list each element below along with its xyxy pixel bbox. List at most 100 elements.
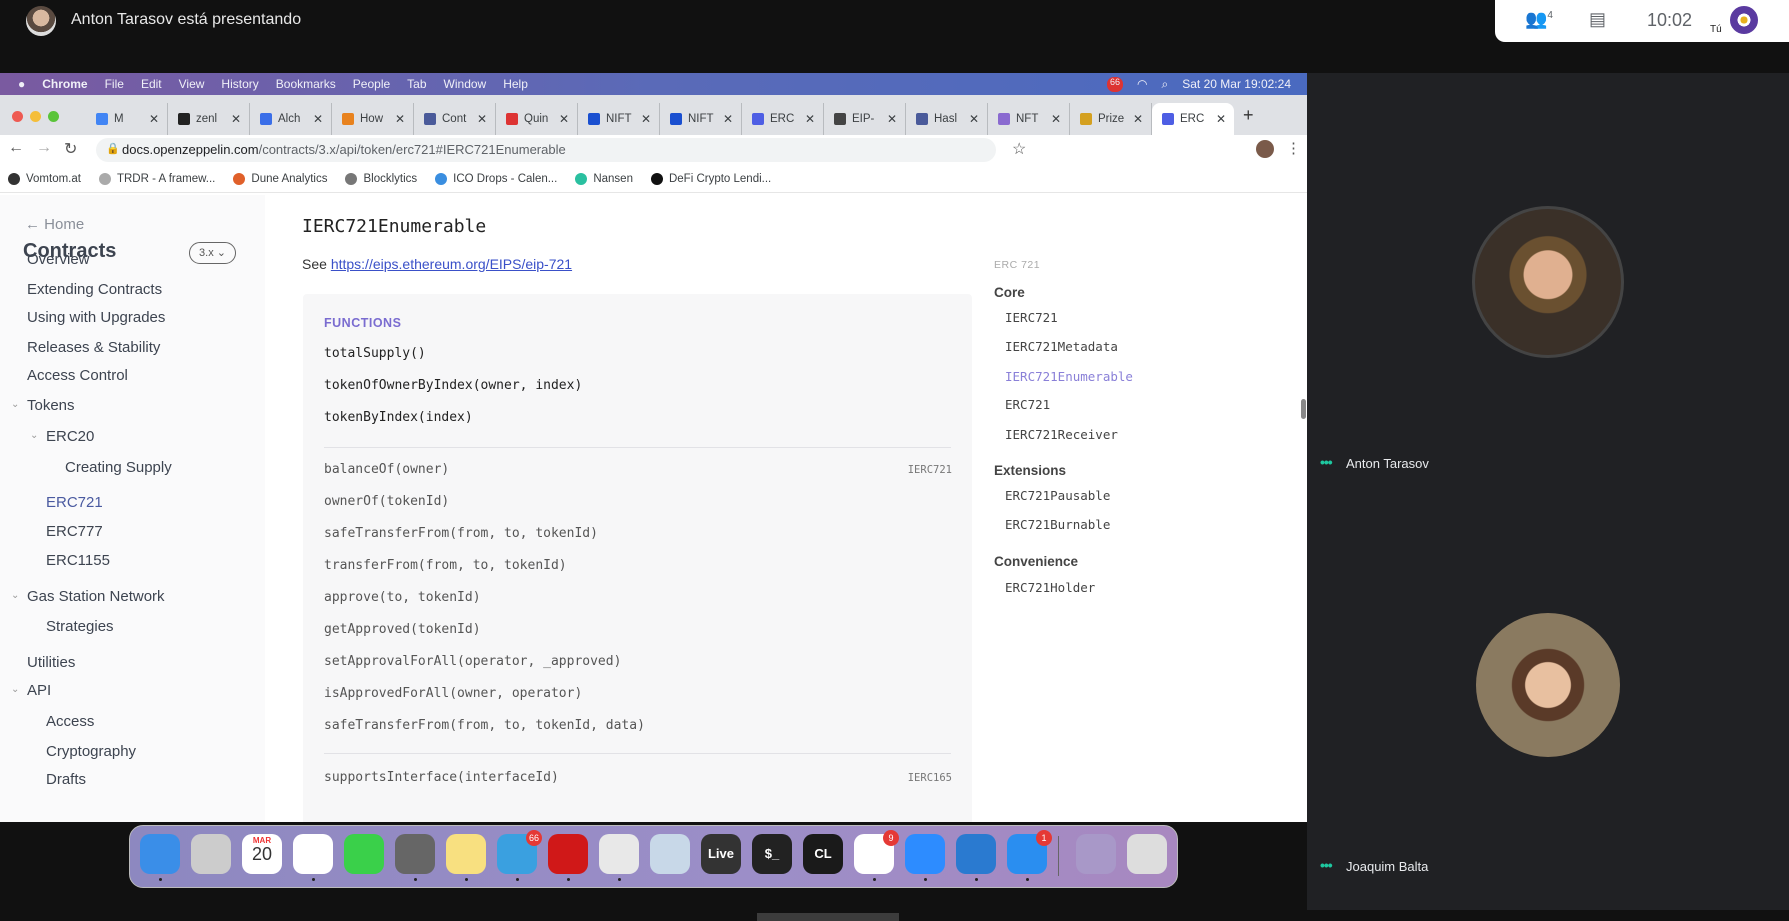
dock-slack-icon[interactable]: 9: [854, 830, 899, 874]
dock-chrome-icon[interactable]: [599, 834, 639, 874]
bookmark-item[interactable]: TRDR - A framew...: [98, 172, 215, 185]
close-tab-icon[interactable]: ✕: [149, 112, 159, 126]
sidebar-item[interactable]: Utilities: [27, 654, 75, 671]
menu-help[interactable]: Help: [503, 77, 528, 91]
home-link[interactable]: ← Home: [25, 216, 84, 233]
dock-zoom-icon[interactable]: [905, 834, 945, 874]
apple-icon[interactable]: ●: [18, 77, 25, 91]
menu-chrome[interactable]: Chrome: [42, 77, 87, 91]
chevron-down-icon[interactable]: ⌄: [11, 399, 19, 410]
browser-tab[interactable]: Cont ✕: [414, 103, 496, 135]
browser-tab[interactable]: M ✕: [86, 103, 168, 135]
browser-tab[interactable]: NFT ✕: [988, 103, 1070, 135]
sidebar-item[interactable]: Overview: [27, 251, 90, 268]
browser-tab[interactable]: EIP- ✕: [824, 103, 906, 135]
chevron-down-icon[interactable]: ⌄: [11, 590, 19, 601]
bookmark-item[interactable]: Blocklytics: [345, 172, 417, 185]
dock-preview-icon[interactable]: [650, 834, 690, 874]
chevron-down-icon[interactable]: ⌄: [30, 430, 38, 441]
dock-launchpad-icon[interactable]: [191, 834, 231, 874]
dock-opera-icon[interactable]: [548, 834, 588, 874]
dock-messages-icon[interactable]: [344, 834, 384, 874]
browser-tab[interactable]: NIFT ✕: [660, 103, 742, 135]
browser-tab[interactable]: Quin ✕: [496, 103, 578, 135]
toc-link[interactable]: ERC721Pausable: [1005, 488, 1110, 503]
function-link[interactable]: setApprovalForAll(operator, _approved): [324, 654, 621, 669]
sidebar-item[interactable]: API: [27, 682, 51, 699]
dock-app-store-icon[interactable]: 1: [1007, 830, 1052, 874]
eip-link[interactable]: https://eips.ethereum.org/EIPS/eip-721: [331, 256, 572, 272]
chevron-down-icon[interactable]: ⌄: [11, 684, 19, 695]
function-link[interactable]: approve(to, tokenId): [324, 590, 481, 605]
new-tab-button[interactable]: +: [1243, 105, 1254, 126]
browser-tab[interactable]: Alch ✕: [250, 103, 332, 135]
close-tab-icon[interactable]: ✕: [641, 112, 651, 126]
function-link[interactable]: isApprovedForAll(owner, operator): [324, 686, 582, 701]
close-tab-icon[interactable]: ✕: [969, 112, 979, 126]
sidebar-item[interactable]: Strategies: [46, 618, 114, 635]
sidebar-item[interactable]: Access Control: [27, 367, 128, 384]
sidebar-item[interactable]: Using with Upgrades: [27, 309, 165, 326]
chrome-menu-icon[interactable]: ⋮: [1286, 139, 1301, 157]
toc-link[interactable]: ERC721Holder: [1005, 580, 1095, 595]
browser-tab[interactable]: NIFT ✕: [578, 103, 660, 135]
menu-bookmarks[interactable]: Bookmarks: [276, 77, 336, 91]
url-input[interactable]: 🔒 docs.openzeppelin.com/contracts/3.x/api…: [96, 138, 996, 162]
sidebar-item[interactable]: Gas Station Network: [27, 588, 165, 605]
toc-link[interactable]: ERC721Burnable: [1005, 517, 1110, 532]
close-tab-icon[interactable]: ✕: [805, 112, 815, 126]
chat-button[interactable]: ▤: [1589, 9, 1606, 30]
menu-edit[interactable]: Edit: [141, 77, 162, 91]
close-tab-icon[interactable]: ✕: [313, 112, 323, 126]
close-tab-icon[interactable]: ✕: [1133, 112, 1143, 126]
function-link[interactable]: balanceOf(owner): [324, 462, 449, 477]
self-avatar[interactable]: [1730, 6, 1758, 34]
notification-badge[interactable]: 66: [1107, 77, 1124, 92]
people-button[interactable]: 👥4: [1525, 9, 1553, 30]
scrollbar-thumb[interactable]: [1301, 399, 1306, 419]
menu-history[interactable]: History: [221, 77, 258, 91]
toc-link[interactable]: IERC721Enumerable: [1005, 369, 1133, 384]
sidebar-item[interactable]: Releases & Stability: [27, 339, 160, 356]
bookmark-item[interactable]: ICO Drops - Calen...: [435, 172, 557, 185]
reload-button[interactable]: ↻: [64, 139, 77, 159]
dock-reminders-icon[interactable]: [293, 834, 333, 874]
sidebar-item[interactable]: ERC20: [46, 428, 94, 445]
bookmark-item[interactable]: Nansen: [575, 172, 633, 185]
sidebar-item[interactable]: ERC1155: [46, 552, 110, 569]
dock-telegram-icon[interactable]: 66: [497, 830, 542, 874]
dock-live-icon[interactable]: Live: [701, 834, 741, 874]
function-link[interactable]: tokenOfOwnerByIndex(owner, index): [324, 378, 582, 393]
close-tab-icon[interactable]: ✕: [395, 112, 405, 126]
menu-window[interactable]: Window: [444, 77, 487, 91]
toc-link[interactable]: IERC721Metadata: [1005, 339, 1118, 354]
menu-people[interactable]: People: [353, 77, 390, 91]
toc-link[interactable]: ERC721: [1005, 397, 1050, 412]
close-window-button[interactable]: [12, 111, 23, 122]
sidebar-item[interactable]: ERC721: [46, 494, 103, 511]
browser-tab[interactable]: ERC ✕: [742, 103, 824, 135]
bookmark-item[interactable]: DeFi Crypto Lendi...: [650, 172, 771, 185]
back-button[interactable]: ←: [8, 139, 24, 157]
dock-calendar-icon[interactable]: 20 MAR: [242, 834, 282, 874]
browser-tab[interactable]: ERC ✕: [1152, 103, 1234, 135]
function-link[interactable]: safeTransferFrom(from, to, tokenId, data…: [324, 718, 645, 733]
close-tab-icon[interactable]: ✕: [1216, 112, 1226, 126]
function-link[interactable]: safeTransferFrom(from, to, tokenId): [324, 526, 598, 541]
browser-tab[interactable]: Prize ✕: [1070, 103, 1152, 135]
dock-vscode-icon[interactable]: [956, 834, 996, 874]
bookmark-item[interactable]: Vomtom.at: [8, 172, 81, 185]
sidebar-item[interactable]: Access: [46, 713, 94, 730]
dock-trash-icon[interactable]: [1127, 834, 1167, 874]
dock-downloads-icon[interactable]: [1076, 834, 1116, 874]
function-link[interactable]: supportsInterface(interfaceId): [324, 770, 559, 785]
profile-avatar[interactable]: [1256, 140, 1274, 158]
more-options-icon[interactable]: •••: [1320, 857, 1333, 873]
close-tab-icon[interactable]: ✕: [231, 112, 241, 126]
toc-link[interactable]: IERC721: [1005, 310, 1058, 325]
function-link[interactable]: tokenByIndex(index): [324, 410, 473, 425]
dock-clion-icon[interactable]: CL: [803, 834, 843, 874]
maximize-window-button[interactable]: [48, 111, 59, 122]
wifi-icon[interactable]: ◠: [1137, 77, 1147, 92]
more-options-icon[interactable]: •••: [1320, 454, 1333, 470]
